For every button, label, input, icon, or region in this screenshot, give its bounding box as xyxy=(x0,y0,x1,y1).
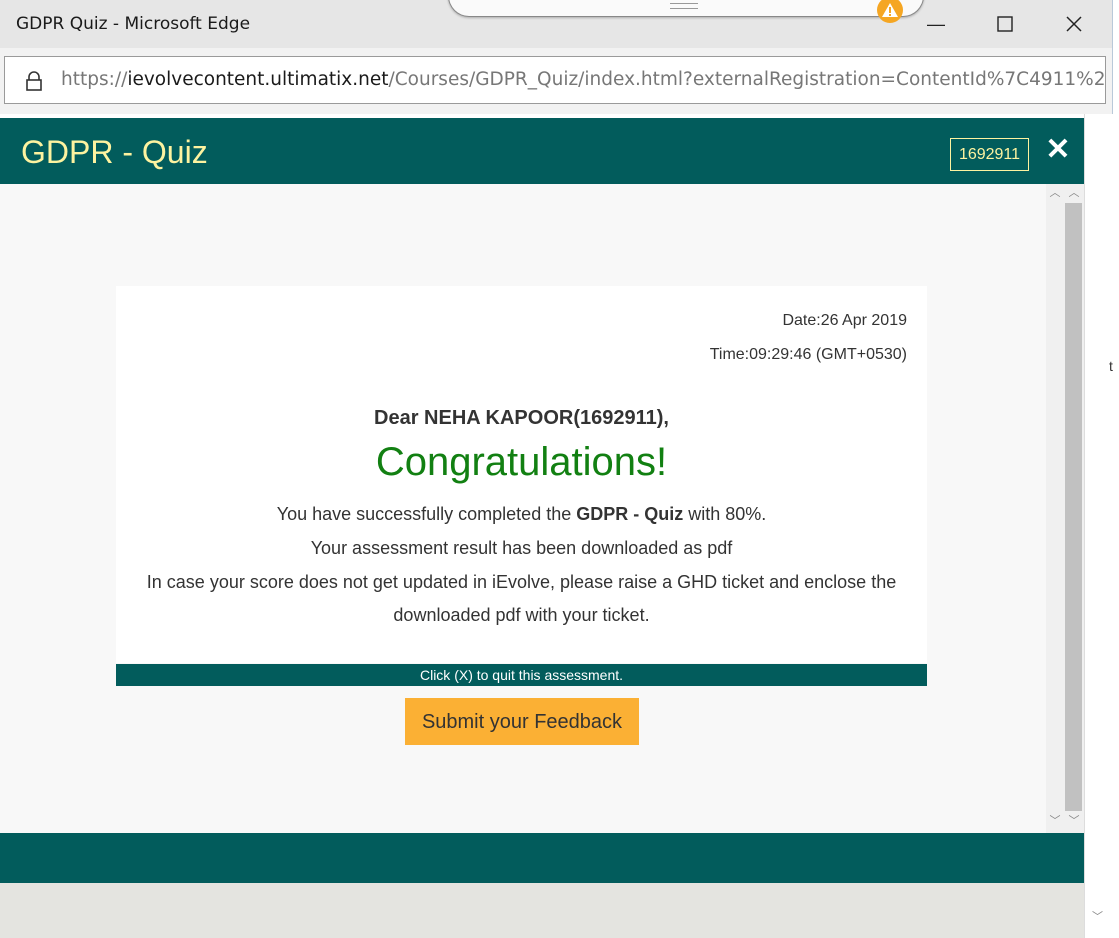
result-card: Date:26 Apr 2019 Time:09:29:46 (GMT+0530… xyxy=(116,286,927,663)
window-title: GDPR Quiz - Microsoft Edge xyxy=(16,14,251,34)
url-text: https://ievolvecontent.ultimatix.net/Cou… xyxy=(61,69,1106,90)
url-path: /Courses/GDPR_Quiz/index.html?externalRe… xyxy=(388,69,1106,90)
ticket-instruction-cont: downloaded pdf with your ticket. xyxy=(393,605,650,625)
quit-notice: Click (X) to quit this assessment. xyxy=(116,664,927,686)
quiz-header: GDPR - Quiz 1692911 ✕ xyxy=(0,118,1084,184)
scroll-up-icon[interactable]: ︿ xyxy=(1067,186,1081,200)
scrollbar-thumb[interactable] xyxy=(1065,203,1082,811)
browser-title-bar: GDPR Quiz - Microsoft Edge — xyxy=(0,0,1113,48)
scroll-up-icon[interactable]: ︿ xyxy=(1048,186,1062,200)
submit-feedback-button[interactable]: Submit your Feedback xyxy=(405,698,639,745)
close-icon xyxy=(1066,16,1082,32)
outer-scroll-down-icon[interactable]: ﹀ xyxy=(1092,908,1103,924)
url-scheme: https:// xyxy=(61,69,128,90)
score-text: with 80%. xyxy=(683,504,767,524)
page-bottom-area xyxy=(0,883,1084,938)
page-title: GDPR - Quiz xyxy=(21,134,208,170)
lock-icon[interactable] xyxy=(25,71,43,96)
result-date: Date:26 Apr 2019 xyxy=(782,312,907,329)
address-input[interactable]: https://ievolvecontent.ultimatix.net/Cou… xyxy=(4,56,1106,104)
url-domain: ievolvecontent.ultimatix.net xyxy=(127,69,389,90)
quiz-name: GDPR - Quiz xyxy=(576,504,684,524)
maximize-icon xyxy=(997,16,1013,32)
result-content-area: Date:26 Apr 2019 Time:09:29:46 (GMT+0530… xyxy=(0,184,1046,833)
outer-scrollbar[interactable]: t xyxy=(1084,114,1113,938)
maximize-button[interactable] xyxy=(975,4,1035,44)
warning-icon[interactable] xyxy=(876,0,904,24)
window-close-button[interactable] xyxy=(1044,4,1104,44)
result-time: Time:09:29:46 (GMT+0530) xyxy=(709,346,907,363)
congratulations-heading: Congratulations! xyxy=(375,440,668,484)
greeting: Dear NEHA KAPOOR(1692911), xyxy=(374,407,669,429)
user-id-badge: 1692911 xyxy=(950,138,1029,171)
edge-partial-text: t xyxy=(1109,358,1113,374)
scroll-down-icon[interactable]: ﹀ xyxy=(1048,814,1062,828)
quit-close-button[interactable]: ✕ xyxy=(1044,135,1072,165)
page-viewport: GDPR - Quiz 1692911 ✕ Date:26 Apr 2019 T… xyxy=(0,114,1113,938)
download-message: Your assessment result has been download… xyxy=(310,538,733,558)
completion-text: You have successfully completed the xyxy=(276,504,577,524)
scroll-down-icon[interactable]: ﹀ xyxy=(1067,814,1081,828)
ticket-instruction: In case your score does not get updated … xyxy=(146,572,897,592)
content-scrollbar[interactable]: ︿ ︿ ﹀ ﹀ xyxy=(1046,184,1084,833)
quiz-footer xyxy=(0,833,1084,883)
completion-message: You have successfully completed the GDPR… xyxy=(116,504,927,525)
minimize-button[interactable]: — xyxy=(906,4,966,44)
address-bar-area: https://ievolvecontent.ultimatix.net/Cou… xyxy=(0,48,1113,114)
grip-icon xyxy=(670,3,698,9)
tab-drag-handle[interactable] xyxy=(448,0,924,17)
